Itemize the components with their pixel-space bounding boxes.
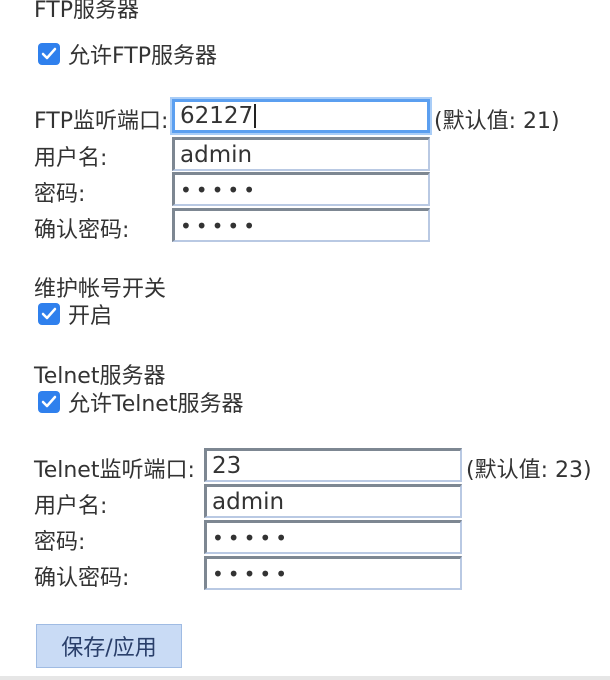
check-icon (41, 47, 57, 60)
telnet-user-label: 用户名: (34, 494, 108, 519)
ftp-confirm-label: 确认密码: (34, 218, 130, 243)
ftp-password-label: 密码: (34, 182, 86, 207)
telnet-enable-row[interactable]: 允许Telnet服务器 (38, 388, 244, 417)
ftp-section-title: FTP服务器 (34, 0, 139, 23)
ftp-port-label: FTP监听端口: (34, 109, 169, 134)
ftp-confirm-input[interactable]: ••••• (172, 208, 430, 242)
ftp-username-input[interactable]: admin (172, 137, 430, 171)
maintenance-enable-checkbox[interactable] (38, 303, 60, 325)
ftp-port-value: 62127 (180, 103, 254, 129)
telnet-port-value: 23 (212, 452, 242, 479)
maintenance-enable-label: 开启 (68, 304, 113, 329)
telnet-port-hint: (默认值: 23) (466, 458, 592, 483)
telnet-username-input[interactable]: admin (204, 484, 462, 518)
text-caret (254, 104, 256, 128)
save-apply-button[interactable]: 保存/应用 (36, 624, 182, 668)
ftp-enable-label: 允许FTP服务器 (68, 44, 217, 69)
ftp-user-label: 用户名: (34, 146, 108, 171)
telnet-confirm-label: 确认密码: (34, 566, 130, 591)
ftp-enable-checkbox[interactable] (38, 43, 60, 65)
ftp-username-value: admin (180, 141, 253, 168)
telnet-enable-checkbox[interactable] (38, 391, 60, 413)
ftp-confirm-value: ••••• (180, 213, 259, 238)
maintenance-enable-row[interactable]: 开启 (38, 300, 113, 329)
telnet-confirm-value: ••••• (212, 561, 291, 586)
telnet-username-value: admin (212, 488, 285, 515)
telnet-port-input[interactable]: 23 (204, 448, 462, 482)
telnet-password-value: ••••• (212, 525, 291, 550)
check-icon (41, 307, 57, 320)
telnet-password-input[interactable]: ••••• (204, 520, 462, 554)
ftp-port-hint: (默认值: 21) (434, 109, 560, 134)
ftp-port-input[interactable]: 62127 (172, 99, 430, 133)
ftp-password-input[interactable]: ••••• (172, 172, 430, 206)
telnet-port-label: Telnet监听端口: (34, 458, 195, 483)
telnet-enable-label: 允许Telnet服务器 (68, 392, 244, 417)
telnet-password-label: 密码: (34, 530, 86, 555)
ftp-enable-row[interactable]: 允许FTP服务器 (38, 40, 217, 69)
page-bottom-divider (0, 676, 610, 680)
ftp-password-value: ••••• (180, 177, 259, 202)
telnet-confirm-input[interactable]: ••••• (204, 556, 462, 590)
check-icon (41, 395, 57, 408)
